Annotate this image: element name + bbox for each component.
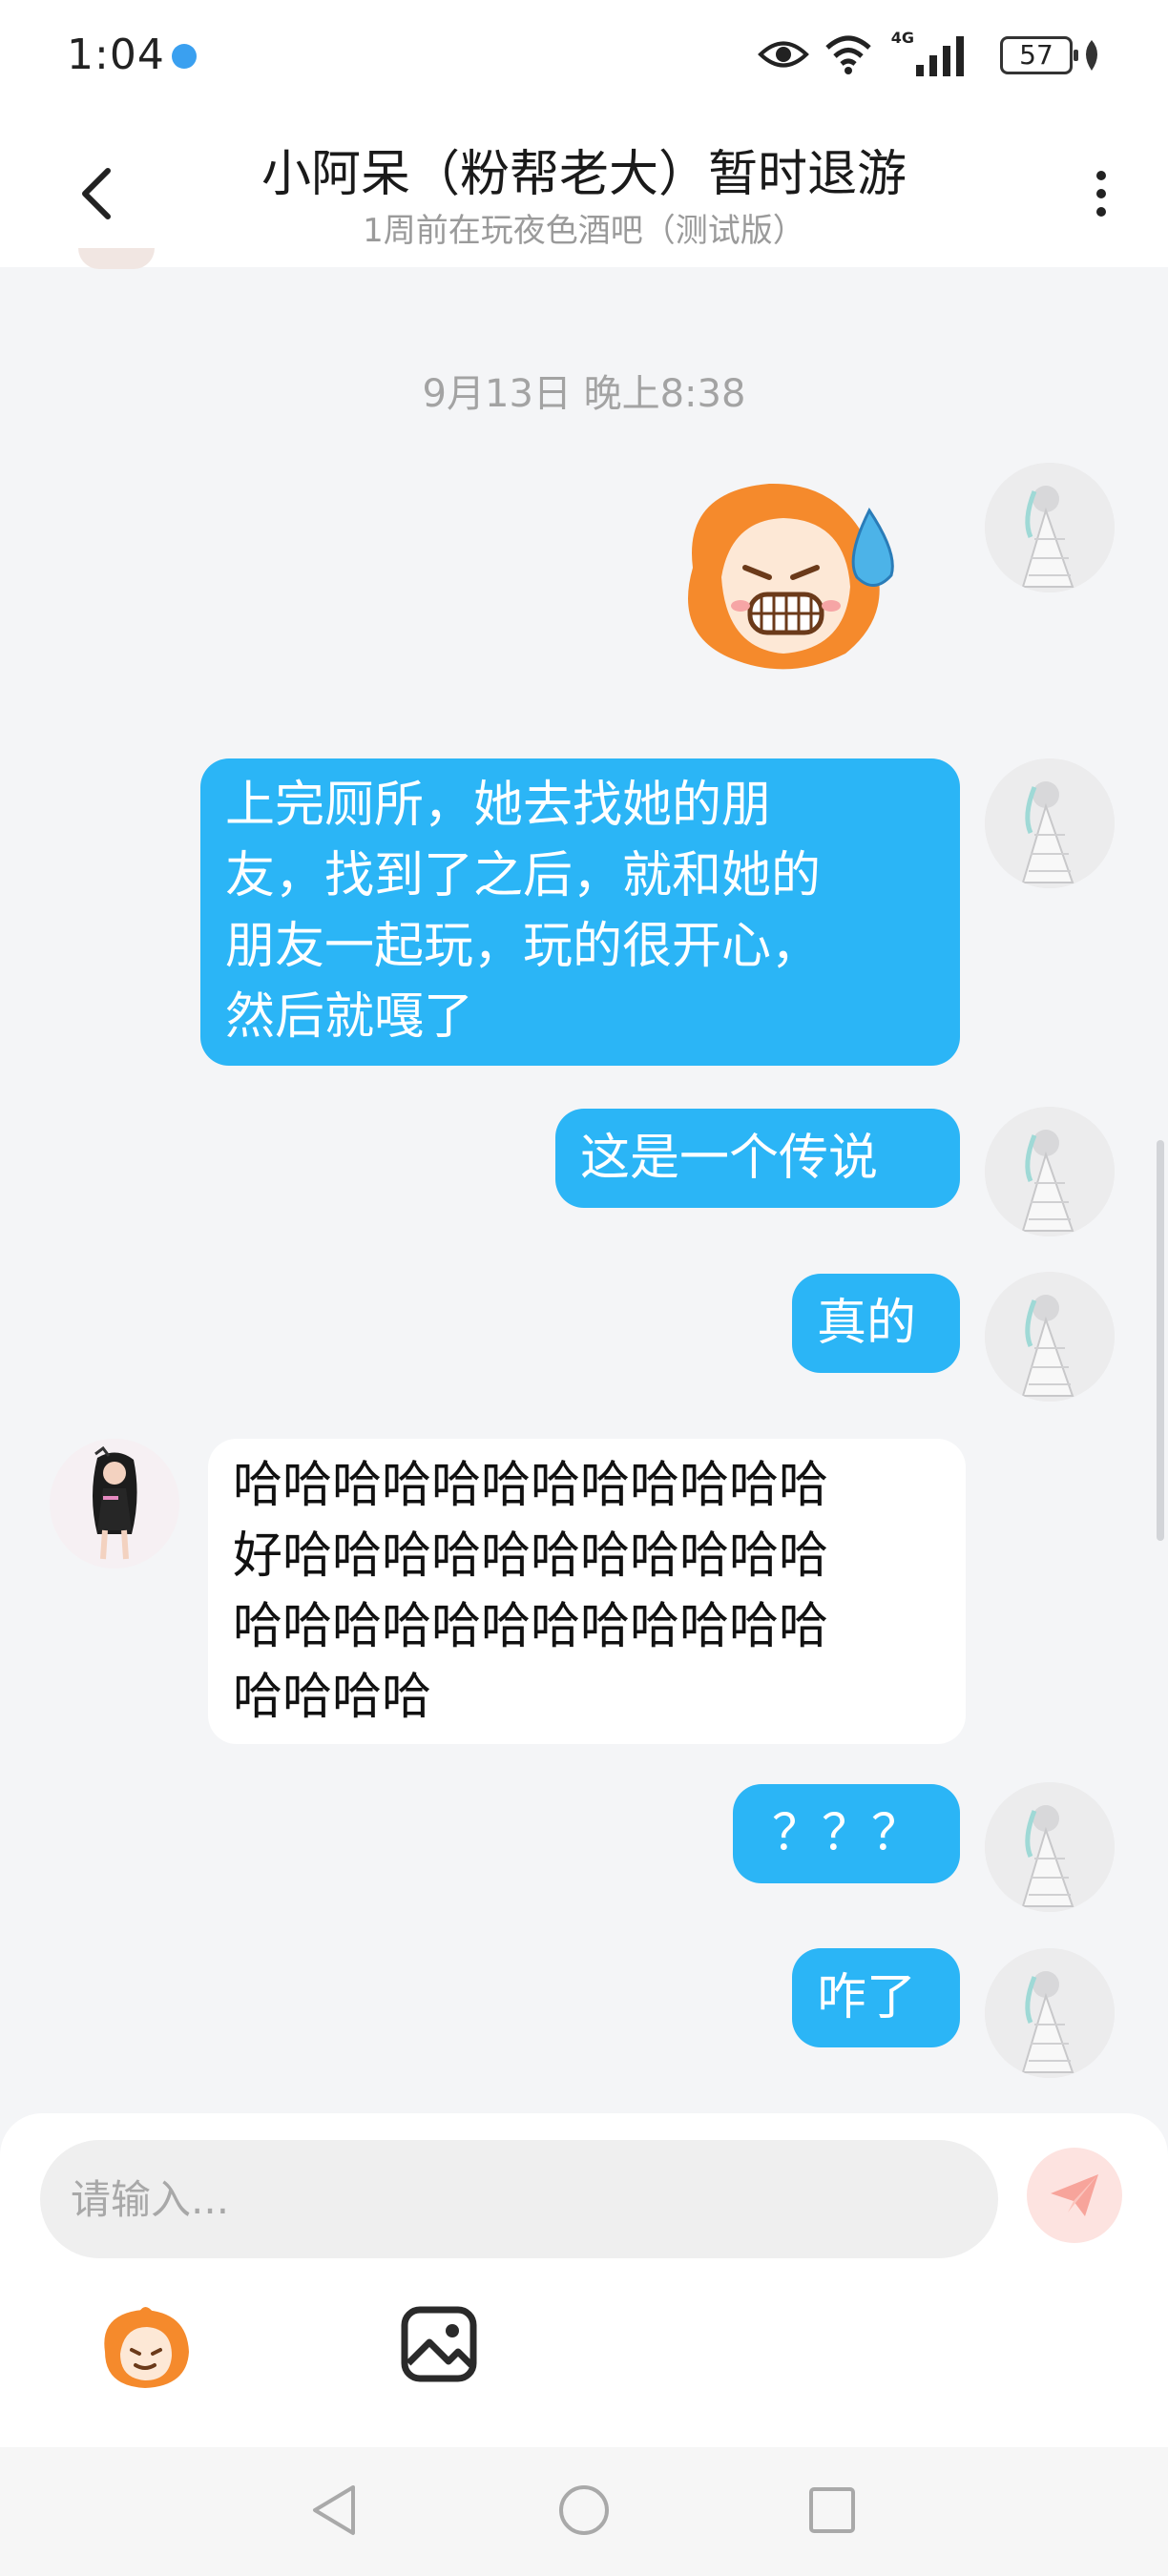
message-bubble-other[interactable]: 哈哈哈哈哈哈哈哈哈哈哈哈 好哈哈哈哈哈哈哈哈哈哈哈 哈哈哈哈哈哈哈哈哈哈哈哈 哈…	[208, 1439, 966, 1744]
circle-home-icon[interactable]	[555, 2482, 613, 2539]
emoji-button[interactable]	[95, 2304, 195, 2392]
message-bubble-self[interactable]: 这是一个传说	[555, 1109, 960, 1208]
status-bar: 1:04 4G 57	[0, 0, 1168, 113]
self-avatar[interactable]	[985, 758, 1115, 888]
system-navigation-bar	[0, 2447, 1168, 2576]
self-avatar[interactable]	[985, 1782, 1115, 1912]
message-list[interactable]: 9月13日 晚上8:38 上完厕所，她去找她的朋 友，找到了之后，就和她的 朋友…	[0, 248, 1168, 2113]
leaf-icon	[1086, 40, 1097, 71]
message-input[interactable]	[40, 2140, 998, 2258]
message-bubble-self[interactable]: 真的	[792, 1274, 960, 1373]
more-options-button[interactable]	[1073, 160, 1130, 227]
self-avatar[interactable]	[985, 463, 1115, 592]
scrollbar[interactable]	[1157, 1140, 1164, 1541]
signal-strength-icon	[916, 36, 964, 76]
status-time: 1:04	[67, 31, 165, 79]
notification-dot-icon	[172, 44, 197, 69]
network-type-label: 4G	[890, 29, 914, 47]
more-vertical-icon	[1096, 171, 1106, 180]
eye-icon	[758, 41, 809, 68]
send-button[interactable]	[1027, 2148, 1122, 2243]
contact-avatar[interactable]	[50, 1439, 179, 1568]
chat-header: 小阿呆（粉帮老大）暂时退游 1周前在玩夜色酒吧（测试版）	[0, 113, 1168, 267]
message-bubble-self[interactable]: 咋了	[792, 1948, 960, 2047]
self-avatar[interactable]	[985, 1272, 1115, 1402]
image-button[interactable]	[399, 2304, 479, 2384]
status-icons: 4G 57	[720, 29, 1101, 86]
paper-plane-icon	[1051, 2174, 1098, 2216]
partial-avatar	[78, 248, 155, 269]
triangle-back-icon[interactable]	[307, 2482, 361, 2539]
square-recents-icon[interactable]	[805, 2483, 859, 2537]
message-timestamp: 9月13日 晚上8:38	[422, 372, 746, 416]
wifi-icon	[825, 35, 871, 74]
chat-title: 小阿呆（粉帮老大）暂时退游	[261, 146, 907, 203]
image-icon	[401, 2306, 477, 2382]
mascot-emoji-icon	[104, 2307, 189, 2388]
message-bubble-self[interactable]: ？？？	[733, 1784, 960, 1883]
input-panel	[0, 2113, 1168, 2447]
message-bubble-self[interactable]: 上完厕所，她去找她的朋 友，找到了之后，就和她的 朋友一起玩，玩的很开心， 然后…	[200, 758, 960, 1066]
sweating-mascot-sticker[interactable]	[655, 472, 912, 682]
self-avatar[interactable]	[985, 1948, 1115, 2078]
chat-subtitle: 1周前在玩夜色酒吧（测试版）	[363, 212, 805, 250]
battery-indicator: 57	[1000, 36, 1078, 74]
self-avatar[interactable]	[985, 1107, 1115, 1236]
